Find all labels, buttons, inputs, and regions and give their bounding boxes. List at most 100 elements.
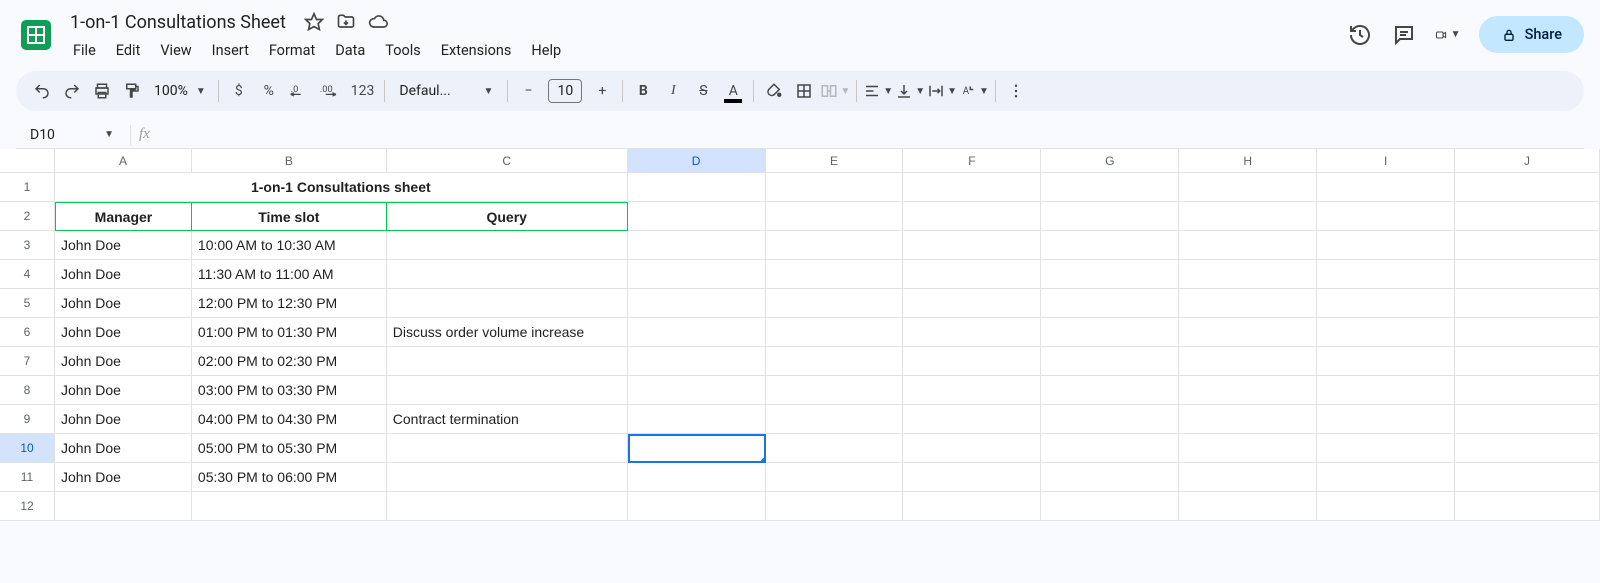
format-percent-button[interactable]: % <box>255 77 283 105</box>
cell[interactable] <box>1455 289 1600 318</box>
cell[interactable] <box>1317 463 1455 492</box>
font-select[interactable]: Defaul...▼ <box>391 83 501 99</box>
cell[interactable]: John Doe <box>55 405 192 434</box>
cell[interactable] <box>628 376 766 405</box>
cloud-status-icon[interactable] <box>368 12 388 32</box>
cell[interactable] <box>192 492 387 521</box>
col-header[interactable]: J <box>1455 149 1600 173</box>
redo-button[interactable] <box>58 77 86 105</box>
cell[interactable] <box>1455 434 1600 463</box>
menu-file[interactable]: File <box>64 38 105 63</box>
cell[interactable] <box>766 260 904 289</box>
cell[interactable]: 02:00 PM to 02:30 PM <box>192 347 387 376</box>
cell[interactable] <box>1179 318 1317 347</box>
cell[interactable] <box>55 492 192 521</box>
cell[interactable] <box>903 405 1041 434</box>
row-header[interactable]: 12 <box>0 492 55 521</box>
cell[interactable] <box>1455 463 1600 492</box>
cell[interactable] <box>1041 202 1179 231</box>
cell[interactable] <box>766 492 904 521</box>
cell[interactable] <box>903 463 1041 492</box>
cell[interactable] <box>628 463 766 492</box>
cell[interactable] <box>766 202 904 231</box>
cell[interactable] <box>1041 347 1179 376</box>
cell[interactable] <box>1041 405 1179 434</box>
cell[interactable] <box>1041 492 1179 521</box>
cell[interactable] <box>1317 405 1455 434</box>
cell[interactable] <box>903 318 1041 347</box>
bold-button[interactable]: B <box>629 77 657 105</box>
menu-data[interactable]: Data <box>326 38 374 63</box>
cell[interactable] <box>1041 173 1179 202</box>
active-cell[interactable] <box>628 434 766 463</box>
cell[interactable] <box>628 173 766 202</box>
cell[interactable]: Manager <box>55 202 192 231</box>
share-button[interactable]: Share <box>1479 16 1584 53</box>
borders-button[interactable] <box>790 77 818 105</box>
cell[interactable] <box>387 347 628 376</box>
cell[interactable]: 10:00 AM to 10:30 AM <box>192 231 387 260</box>
col-header[interactable]: H <box>1179 149 1317 173</box>
cell[interactable] <box>1179 405 1317 434</box>
cell[interactable] <box>628 260 766 289</box>
col-header[interactable]: C <box>387 149 628 173</box>
cell[interactable] <box>1455 405 1600 434</box>
col-header[interactable]: A <box>55 149 192 173</box>
cell[interactable] <box>387 231 628 260</box>
cell[interactable] <box>1179 434 1317 463</box>
cell[interactable]: 12:00 PM to 12:30 PM <box>192 289 387 318</box>
menu-help[interactable]: Help <box>522 38 570 63</box>
cell[interactable] <box>1455 347 1600 376</box>
decrease-font-button[interactable]: − <box>514 77 542 105</box>
document-title[interactable]: 1-on-1 Consultations Sheet <box>64 10 292 35</box>
menu-format[interactable]: Format <box>260 38 324 63</box>
cell[interactable] <box>1317 492 1455 521</box>
rotate-button[interactable]: A▼ <box>959 82 989 100</box>
cell[interactable]: John Doe <box>55 463 192 492</box>
cell[interactable] <box>628 202 766 231</box>
cell[interactable] <box>766 347 904 376</box>
more-toolbar-button[interactable] <box>1002 77 1030 105</box>
cell[interactable] <box>766 289 904 318</box>
cell[interactable]: Time slot <box>192 202 387 231</box>
cell[interactable]: 01:00 PM to 01:30 PM <box>192 318 387 347</box>
history-icon[interactable] <box>1347 22 1373 48</box>
cell[interactable] <box>1317 289 1455 318</box>
menu-extensions[interactable]: Extensions <box>432 38 521 63</box>
cell[interactable]: John Doe <box>55 318 192 347</box>
cell[interactable] <box>1041 434 1179 463</box>
decrease-decimal-button[interactable]: .0 <box>285 77 313 105</box>
cell[interactable] <box>1041 376 1179 405</box>
cell[interactable]: 1-on-1 Consultations sheet <box>55 173 628 202</box>
cell[interactable] <box>1455 173 1600 202</box>
cell[interactable]: Discuss order volume increase <box>387 318 628 347</box>
cell[interactable] <box>1317 434 1455 463</box>
cell[interactable]: Contract termination <box>387 405 628 434</box>
cell[interactable] <box>766 434 904 463</box>
cell[interactable]: John Doe <box>55 260 192 289</box>
spreadsheet-grid[interactable]: 1 2 3 4 5 6 7 8 9 10 11 12 A B C D E F G… <box>0 149 1600 521</box>
cell[interactable] <box>1179 173 1317 202</box>
col-header[interactable]: F <box>903 149 1041 173</box>
cell[interactable]: 05:30 PM to 06:00 PM <box>192 463 387 492</box>
row-header[interactable]: 4 <box>0 260 55 289</box>
cell[interactable] <box>1179 289 1317 318</box>
paint-format-button[interactable] <box>118 77 146 105</box>
cell[interactable] <box>1179 376 1317 405</box>
cell[interactable] <box>628 289 766 318</box>
merge-cells-button[interactable]: ▼ <box>820 82 850 100</box>
cell[interactable] <box>903 347 1041 376</box>
cell[interactable] <box>766 173 904 202</box>
select-all-corner[interactable] <box>0 149 55 173</box>
cell[interactable] <box>387 289 628 318</box>
row-header[interactable]: 5 <box>0 289 55 318</box>
menu-insert[interactable]: Insert <box>203 38 258 63</box>
cell[interactable] <box>1317 231 1455 260</box>
row-header[interactable]: 10 <box>0 434 55 463</box>
cell[interactable] <box>387 492 628 521</box>
cell[interactable] <box>903 434 1041 463</box>
font-size-input[interactable]: 10 <box>548 79 582 103</box>
wrap-button[interactable]: ▼ <box>927 82 957 100</box>
move-icon[interactable] <box>336 12 356 32</box>
menu-edit[interactable]: Edit <box>107 38 150 63</box>
